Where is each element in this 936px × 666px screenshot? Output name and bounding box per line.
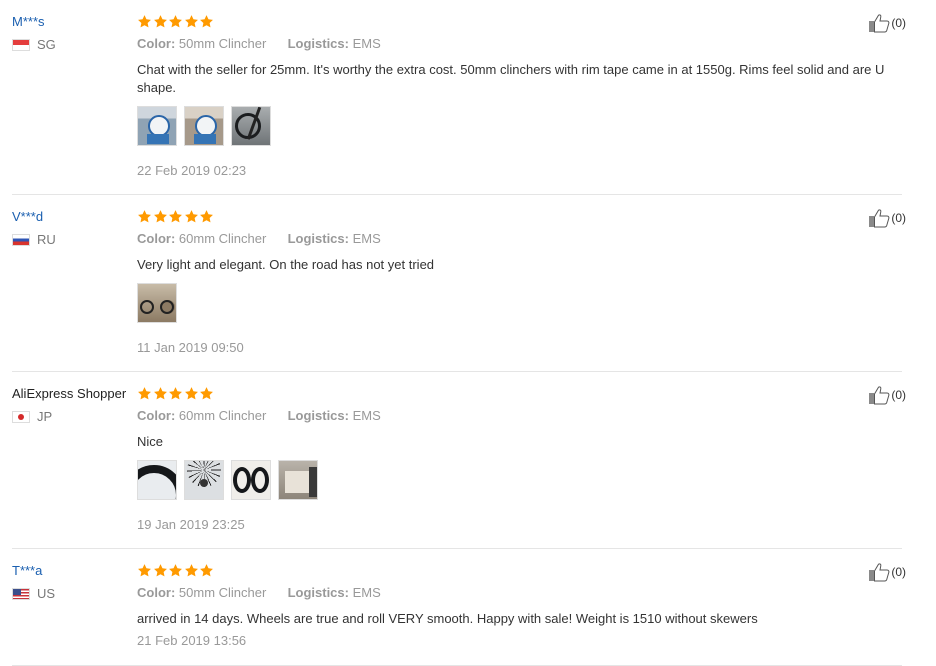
star-icon (168, 386, 183, 401)
star-rating (137, 386, 215, 402)
color-value: 50mm Clincher (178, 585, 267, 600)
star-icon (199, 209, 214, 224)
star-icon (199, 14, 214, 29)
star-icon (184, 563, 199, 578)
logistics-value: EMS (352, 408, 381, 423)
helpful-count: (0) (891, 211, 906, 225)
logistics-value: EMS (352, 231, 381, 246)
reviewer-name[interactable]: V***d (12, 209, 43, 225)
photo-wheel-on-scale[interactable] (184, 106, 224, 146)
review-date: 11 Jan 2019 09:50 (137, 340, 244, 355)
review-text: Nice (137, 434, 164, 449)
star-icon (184, 14, 199, 29)
color-value: 60mm Clincher (178, 408, 267, 423)
usa-flag-icon (12, 588, 30, 600)
review-photos (137, 460, 325, 500)
product-attributes: Color: 60mm Clincher Logistics: EMS (137, 408, 381, 423)
photo-package[interactable] (278, 460, 318, 500)
logistics-value: EMS (352, 585, 381, 600)
reviewer-country: RU (12, 233, 56, 247)
helpful-button[interactable]: (0) (868, 208, 906, 228)
star-icon (184, 209, 199, 224)
star-icon (137, 563, 152, 578)
color-label: Color: (137, 36, 176, 51)
color-value: 50mm Clincher (178, 36, 267, 51)
star-icon (184, 386, 199, 401)
thumbs-up-icon (868, 13, 891, 33)
helpful-button[interactable]: (0) (868, 562, 906, 582)
star-icon (153, 386, 168, 401)
star-icon (153, 14, 168, 29)
russia-flag-icon (12, 234, 30, 246)
helpful-count: (0) (891, 565, 906, 579)
review-item: M***s SG Color: 50mm Clincher Logistics:… (12, 14, 906, 195)
star-icon (153, 563, 168, 578)
star-rating (137, 563, 215, 579)
review-date: 21 Feb 2019 13:56 (137, 633, 247, 648)
logistics-label: Logistics: (287, 408, 349, 423)
reviewer-name[interactable]: M***s (12, 14, 45, 30)
country-code: SG (37, 37, 56, 52)
reviewer-name: AliExpress Shopper (12, 386, 127, 401)
product-attributes: Color: 50mm Clincher Logistics: EMS (137, 36, 381, 51)
logistics-label: Logistics: (287, 36, 349, 51)
photo-tire[interactable] (137, 460, 177, 500)
thumbs-up-icon (868, 562, 891, 582)
logistics-label: Logistics: (287, 231, 349, 246)
star-icon (168, 563, 183, 578)
review-date: 22 Feb 2019 02:23 (137, 163, 247, 178)
photo-wheel-on-scale[interactable] (137, 106, 177, 146)
color-value: 60mm Clincher (178, 231, 267, 246)
reviewer-name[interactable]: T***a (12, 563, 42, 579)
review-photos (137, 106, 278, 146)
japan-flag-icon (12, 411, 30, 423)
color-label: Color: (137, 408, 176, 423)
country-code: JP (37, 409, 53, 424)
review-item: T***a US Color: 50mm Clincher Logistics:… (12, 563, 906, 666)
helpful-count: (0) (891, 16, 906, 30)
color-label: Color: (137, 231, 176, 246)
star-icon (137, 14, 152, 29)
thumbs-up-icon (868, 208, 891, 228)
review-item: AliExpress Shopper JP Color: 60mm Clinch… (12, 386, 906, 549)
country-code: RU (37, 232, 56, 247)
logistics-value: EMS (352, 36, 381, 51)
star-icon (153, 209, 168, 224)
star-icon (168, 209, 183, 224)
singapore-flag-icon (12, 39, 30, 51)
star-icon (199, 386, 214, 401)
helpful-button[interactable]: (0) (868, 385, 906, 405)
review-text: Chat with the seller for 25mm. It's wort… (137, 62, 885, 95)
photo-bike[interactable] (137, 283, 177, 323)
photo-spokes[interactable] (184, 460, 224, 500)
star-rating (137, 14, 215, 30)
review-photos (137, 283, 184, 323)
review-text: arrived in 14 days. Wheels are true and … (137, 611, 758, 626)
photo-bike-wheel[interactable] (231, 106, 271, 146)
star-icon (137, 209, 152, 224)
reviewer-country: SG (12, 38, 56, 52)
country-code: US (37, 586, 56, 601)
review-date: 19 Jan 2019 23:25 (137, 517, 245, 532)
thumbs-up-icon (868, 385, 891, 405)
review-item: V***d RU Color: 60mm Clincher Logistics:… (12, 209, 906, 372)
star-icon (199, 563, 214, 578)
star-icon (168, 14, 183, 29)
helpful-button[interactable]: (0) (868, 13, 906, 33)
product-attributes: Color: 50mm Clincher Logistics: EMS (137, 585, 381, 600)
reviewer-country: JP (12, 410, 52, 424)
helpful-count: (0) (891, 388, 906, 402)
color-label: Color: (137, 585, 176, 600)
review-text: Very light and elegant. On the road has … (137, 257, 435, 272)
reviewer-country: US (12, 587, 55, 601)
photo-wheel-pair[interactable] (231, 460, 271, 500)
star-rating (137, 209, 215, 225)
product-attributes: Color: 60mm Clincher Logistics: EMS (137, 231, 381, 246)
star-icon (137, 386, 152, 401)
logistics-label: Logistics: (287, 585, 349, 600)
